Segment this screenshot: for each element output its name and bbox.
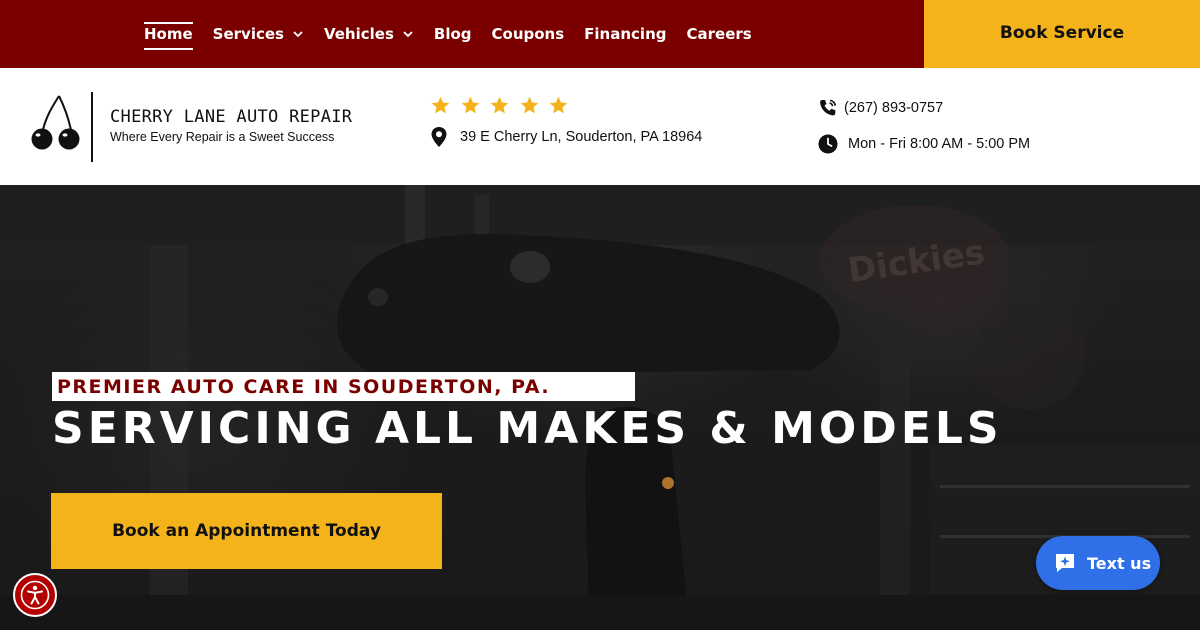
book-service-button[interactable]: Book Service	[924, 0, 1200, 68]
star-icon	[431, 96, 450, 114]
book-appointment-button[interactable]: Book an Appointment Today	[51, 493, 442, 569]
hero-section: Dickies PREMIER AUTO CARE IN SOUDERTON, …	[0, 185, 1200, 630]
hero-headline: SERVICING ALL MAKES & MODELS	[52, 403, 1003, 454]
text-us-label: Text us	[1087, 553, 1152, 573]
top-nav-bar: Home Services Vehicles Blog Coupons Fina…	[0, 0, 1200, 68]
address[interactable]: 39 E Cherry Ln, Souderton, PA 18964	[430, 126, 702, 148]
nav-item-careers[interactable]: Careers	[687, 0, 752, 68]
accessibility-button[interactable]	[13, 573, 57, 617]
logo-name: CHERRY LANE AUTO REPAIR	[110, 107, 353, 127]
clock-icon	[818, 134, 838, 154]
nav-item-financing[interactable]: Financing	[584, 0, 666, 68]
nav-item-label: Coupons	[491, 25, 565, 43]
nav-item-coupons[interactable]: Coupons	[492, 0, 565, 68]
business-hours: Mon - Fri 8:00 AM - 5:00 PM	[818, 134, 1030, 154]
nav-item-blog[interactable]: Blog	[434, 0, 472, 68]
logo-divider	[91, 92, 93, 162]
nav-item-label: Blog	[433, 25, 472, 43]
star-icon	[490, 96, 509, 114]
hero-eyebrow-text: PREMIER AUTO CARE IN SOUDERTON, PA.	[56, 375, 551, 398]
star-icon	[549, 96, 568, 114]
map-pin-icon	[431, 127, 447, 147]
phone-number: (267) 893-0757	[844, 100, 944, 116]
phone[interactable]: (267) 893-0757	[818, 98, 943, 118]
site-logo[interactable]: CHERRY LANE AUTO REPAIR Where Every Repa…	[30, 92, 360, 162]
nav-item-vehicles[interactable]: Vehicles	[324, 0, 414, 68]
main-nav: Home Services Vehicles Blog Coupons Fina…	[144, 0, 772, 68]
nav-item-label: Vehicles	[323, 25, 394, 43]
star-icon	[520, 96, 538, 114]
logo-tagline: Where Every Repair is a Sweet Success	[110, 130, 335, 144]
nav-item-label: Home	[144, 25, 193, 43]
rating-stars	[430, 95, 578, 116]
nav-item-label: Financing	[584, 25, 667, 43]
nav-item-services[interactable]: Services	[213, 0, 304, 68]
nav-item-label: Services	[212, 25, 284, 43]
nav-item-label: Careers	[686, 25, 752, 43]
nav-item-home[interactable]: Home	[144, 0, 193, 68]
chat-sparkle-icon	[1056, 554, 1074, 572]
hours-text: Mon - Fri 8:00 AM - 5:00 PM	[848, 136, 1031, 152]
chevron-down-icon	[403, 31, 413, 38]
hero-eyebrow: PREMIER AUTO CARE IN SOUDERTON, PA.	[52, 372, 635, 401]
cherry-logo-icon	[31, 95, 80, 150]
accessibility-icon	[20, 580, 50, 610]
chevron-down-icon	[293, 31, 303, 38]
text-us-chat-button[interactable]: Text us	[1036, 536, 1160, 590]
star-icon	[461, 96, 479, 114]
site-header: CHERRY LANE AUTO REPAIR Where Every Repa…	[0, 68, 1200, 185]
phone-icon	[820, 99, 836, 116]
address-text: 39 E Cherry Ln, Souderton, PA 18964	[460, 129, 703, 145]
